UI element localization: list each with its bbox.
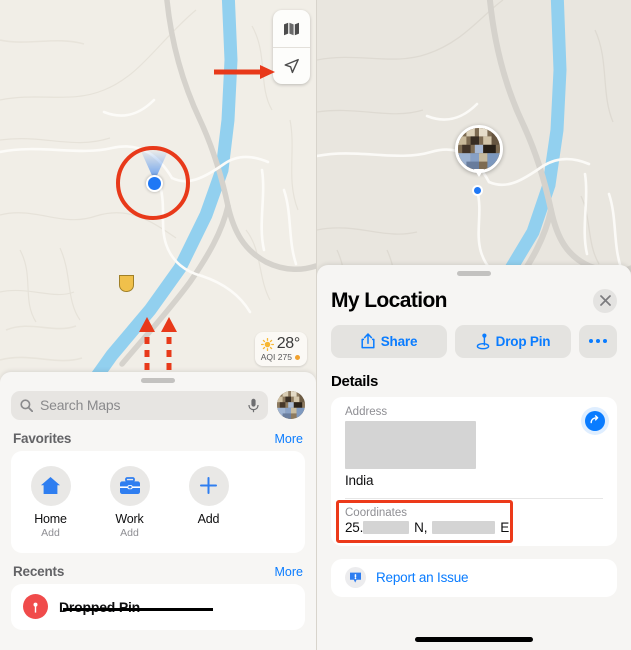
briefcase-icon (119, 476, 140, 494)
annotation-drag-up-arrows (139, 317, 177, 373)
report-issue-icon-wrap (345, 567, 366, 588)
favorite-item-add[interactable]: Add (169, 465, 248, 539)
search-input[interactable]: Search Maps (11, 390, 268, 420)
details-divider (345, 497, 603, 499)
drop-pin-icon (476, 333, 489, 349)
home-indicator (415, 637, 533, 642)
favorites-header: Favorites More (0, 420, 316, 451)
favorite-label: Work (115, 511, 144, 526)
weather-temperature: 28° (276, 335, 301, 352)
share-icon (361, 333, 375, 349)
favorites-card: Home Add Work Add Add (11, 450, 305, 553)
drop-pin-label: Drop Pin (495, 333, 551, 349)
favorite-label: Add (197, 511, 220, 526)
address-label: Address (345, 405, 388, 418)
plus-icon (200, 477, 217, 494)
latitude-redaction-block (363, 520, 410, 534)
avatar-pixelated-image (277, 391, 305, 419)
map-controls-stack (273, 10, 310, 84)
home-icon (41, 477, 60, 494)
favorite-icon-wrap (30, 465, 71, 506)
search-placeholder: Search Maps (40, 397, 121, 413)
longitude-suffix: E (500, 519, 510, 535)
latitude-suffix: N, (414, 519, 428, 535)
recents-header: Recents More (0, 553, 316, 584)
recents-more-link[interactable]: More (275, 565, 303, 579)
recent-pin-icon-wrap (23, 594, 48, 619)
shield-poi-icon[interactable] (118, 274, 135, 293)
pin-tip (474, 169, 484, 177)
action-buttons-row: Share Drop Pin (317, 313, 631, 358)
report-issue-label: Report an Issue (376, 570, 469, 585)
map-pin-icon (33, 602, 38, 613)
page-title: My Location (331, 288, 448, 312)
dual-screenshot-comparison: 28° AQI 275 Search Maps Favorites More H… (0, 0, 631, 650)
aqi-status-dot (294, 354, 300, 360)
search-row: Search Maps (0, 383, 316, 420)
coordinates-value-row: 25. N, E (345, 520, 603, 535)
favorite-icon-wrap (188, 465, 229, 506)
sun-icon (260, 337, 274, 351)
aqi-value: AQI 275 (260, 352, 292, 362)
location-detail-sheet[interactable]: My Location Share Drop Pin Details Addre… (317, 265, 631, 650)
recent-item-text: Dropped Pin (59, 598, 141, 615)
longitude-redaction-block (432, 520, 496, 534)
microphone-icon[interactable] (248, 398, 259, 413)
recent-item-label: Dropped Pin (59, 598, 213, 615)
favorites-more-link[interactable]: More (275, 432, 303, 446)
recents-title: Recents (13, 563, 65, 579)
map-book-icon (284, 22, 299, 35)
share-label: Share (380, 333, 418, 349)
favorite-icon-wrap (109, 465, 150, 506)
navigation-arrow-icon (284, 58, 299, 73)
weather-badge[interactable]: 28° AQI 275 (254, 332, 307, 366)
blue-location-dot (146, 175, 163, 192)
favorite-sublabel: Add (120, 526, 139, 539)
locate-me-button[interactable] (273, 47, 310, 84)
details-section-title: Details (331, 372, 379, 390)
close-button[interactable] (593, 288, 617, 313)
share-button[interactable]: Share (331, 324, 447, 358)
user-avatar[interactable] (277, 391, 305, 419)
report-issue-row[interactable]: Report an Issue (331, 558, 617, 597)
blue-location-dot (472, 185, 483, 196)
weather-aqi-row: AQI 275 (261, 352, 300, 362)
directions-button[interactable] (585, 410, 605, 431)
annotation-arrow-right (214, 65, 275, 79)
maps-bottom-sheet[interactable]: Search Maps Favorites More Home Add Work… (0, 372, 316, 650)
search-icon (20, 398, 33, 412)
directions-arrow-icon (590, 415, 598, 424)
right-screenshot-panel: My Location Share Drop Pin Details Addre… (316, 0, 631, 650)
favorite-item-home[interactable]: Home Add (11, 465, 90, 539)
favorite-item-work[interactable]: Work Add (90, 465, 169, 539)
address-field: Address India (345, 406, 603, 488)
sheet-header: My Location (317, 276, 631, 313)
avatar-bubble (455, 125, 503, 173)
ellipsis-icon (589, 339, 607, 343)
user-avatar-pin[interactable] (455, 125, 503, 181)
map-layers-button[interactable] (273, 10, 310, 47)
more-options-button[interactable] (579, 324, 617, 358)
close-icon (599, 295, 611, 306)
left-screenshot-panel: 28° AQI 275 Search Maps Favorites More H… (0, 0, 316, 650)
favorite-sublabel: Add (41, 526, 60, 539)
favorites-title: Favorites (13, 430, 72, 446)
recents-list-item[interactable]: Dropped Pin (11, 583, 305, 630)
address-country: India (345, 472, 374, 488)
weather-temp-row: 28° (260, 335, 301, 353)
redaction-strike (63, 607, 213, 611)
coordinates-field[interactable]: Coordinates 25. N, E (336, 499, 603, 543)
drop-pin-button[interactable]: Drop Pin (455, 324, 571, 358)
favorite-label: Home (34, 511, 67, 526)
favorites-grid: Home Add Work Add Add (11, 451, 305, 553)
exclamation-bubble-icon (350, 572, 361, 583)
latitude-prefix: 25. (345, 519, 364, 535)
coordinates-label: Coordinates (345, 506, 408, 519)
avatar-pixelated-image (458, 128, 500, 170)
address-redaction-block (345, 420, 476, 469)
details-card: Address India Coordinates 25. N, E (331, 396, 617, 546)
